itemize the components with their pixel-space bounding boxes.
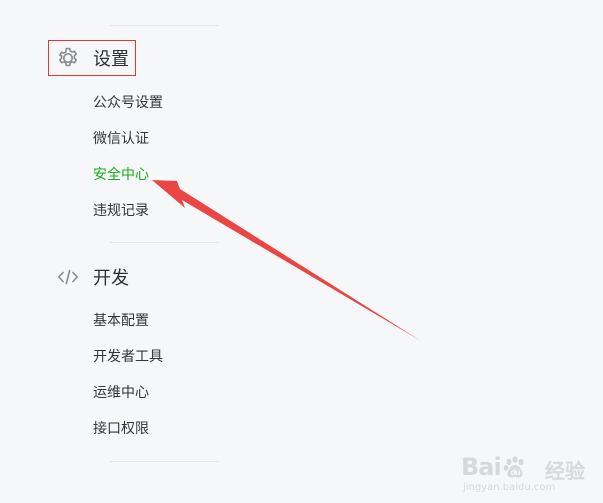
- watermark-logo: Bai du: [461, 453, 529, 481]
- develop-section-title: 开发: [93, 268, 129, 289]
- gear-icon: [55, 45, 81, 71]
- settings-section-header[interactable]: 设置: [55, 42, 129, 74]
- paw-icon: du: [502, 454, 528, 480]
- develop-section-header[interactable]: 开发: [55, 261, 129, 293]
- watermark-url: jingyan.baidu.com: [463, 482, 556, 493]
- menu-item-wechat-verification[interactable]: 微信认证: [93, 129, 149, 149]
- menu-item-security-center[interactable]: 安全中心: [93, 165, 149, 185]
- settings-section-title: 设置: [93, 49, 129, 70]
- baidu-jingyan-watermark: Bai du 经验 jingyan.baidu.com: [461, 453, 585, 493]
- menu-item-account-settings[interactable]: 公众号设置: [93, 93, 163, 113]
- menu-item-basic-config[interactable]: 基本配置: [93, 311, 149, 331]
- menu-item-developer-tools[interactable]: 开发者工具: [93, 347, 163, 367]
- menu-item-violation-records[interactable]: 违规记录: [93, 201, 149, 221]
- watermark-brand-prefix: Bai: [461, 453, 502, 481]
- code-icon: [55, 264, 81, 290]
- svg-text:du: du: [510, 468, 521, 477]
- bottom-divider: [110, 461, 219, 462]
- middle-divider: [110, 242, 219, 243]
- watermark-brand-suffix: 经验: [545, 459, 585, 483]
- menu-item-api-permissions[interactable]: 接口权限: [93, 419, 149, 439]
- top-divider: [110, 25, 219, 26]
- menu-item-ops-center[interactable]: 运维中心: [93, 383, 149, 403]
